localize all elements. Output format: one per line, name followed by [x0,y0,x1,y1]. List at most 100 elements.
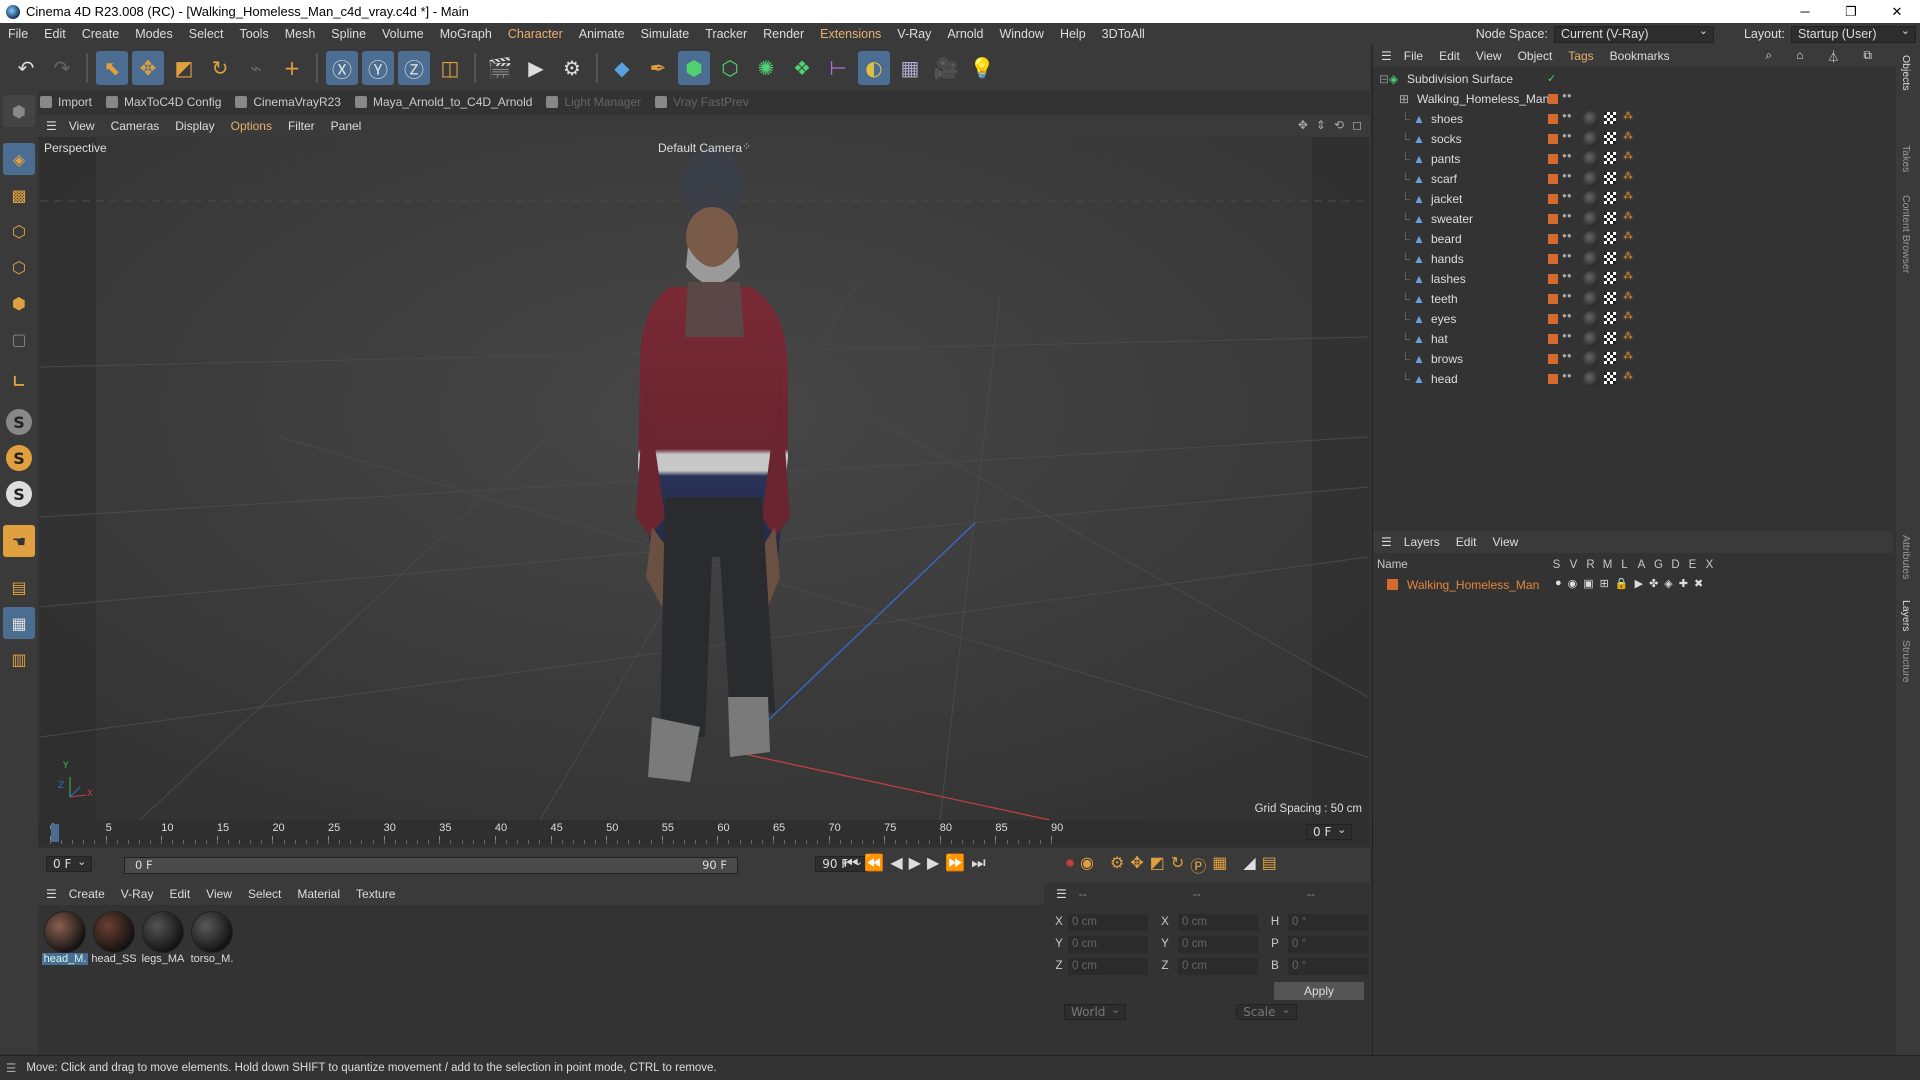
object-row[interactable]: └ ▲ socks ●● ⁂ [1373,129,1893,149]
material-tag-icon[interactable] [1583,151,1599,167]
scale-dropdown[interactable]: Scale [1236,1004,1297,1020]
plugin-maya-arnold-to-c4d-arnold[interactable]: Maya_Arnold_to_C4D_Arnold [354,95,532,109]
model-mode-icon[interactable]: ◈ [3,143,35,175]
playhead[interactable] [51,824,59,842]
phong-tag-icon[interactable]: ⁂ [1623,251,1637,265]
viewport-menu-icon[interactable]: ☰ [46,119,57,133]
menu-animate[interactable]: Animate [571,27,633,41]
material-tag-icon[interactable] [1583,211,1599,227]
visibility-dots[interactable]: ●● [1562,232,1572,246]
points-mode-icon[interactable]: ⬡ [3,215,35,247]
uv-mode-icon[interactable]: ▢ [3,323,35,355]
texture-tag-icon[interactable] [1604,272,1616,284]
polygons-mode-icon[interactable]: ⬢ [3,287,35,319]
layout-dropdown[interactable]: Startup (User) [1791,24,1916,43]
snap-settings-icon[interactable]: S [6,445,32,471]
menu-v-ray[interactable]: V-Ray [889,27,939,41]
material-swatch[interactable]: torso_M. [189,911,235,965]
object-menu-tags[interactable]: Tags [1568,49,1593,63]
viewport-menu-options[interactable]: Options [231,119,272,133]
material-menu-edit[interactable]: Edit [169,887,190,901]
layer-expression-icon[interactable]: ✚ [1679,577,1688,590]
previous-frame-icon[interactable]: ◀ [890,853,902,873]
coord-size-field[interactable]: 0 cm [1178,935,1258,953]
rotate-tool-icon[interactable]: ↻ [204,51,236,85]
material-tag-icon[interactable] [1583,231,1599,247]
floor-icon[interactable]: ▦ [894,51,926,85]
coord-position-field[interactable]: 0 cm [1068,957,1148,975]
pen-icon[interactable]: ✒ [642,51,674,85]
visibility-dots[interactable]: ●● [1562,312,1572,326]
plugin-vray-fastprev[interactable]: Vray FastPrev [655,95,749,109]
object-row[interactable]: └ ▲ brows ●● ⁂ [1373,349,1893,369]
previous-key-icon[interactable]: ⏪ [864,853,884,873]
visibility-dots[interactable]: ●● [1562,172,1572,186]
status-menu-icon[interactable]: ☰ [6,1061,16,1075]
start-frame-field[interactable]: 0 F [46,856,93,872]
cube-icon[interactable]: ◆ [606,51,638,85]
workplane-icon[interactable]: ▤ [3,571,35,603]
key-position-icon[interactable]: ✥ [1130,853,1143,877]
object-row[interactable]: └ ▲ teeth ●● ⁂ [1373,289,1893,309]
phong-tag-icon[interactable]: ⁂ [1623,191,1637,205]
visibility-dots[interactable]: ●● [1562,132,1572,146]
edges-mode-icon[interactable]: ⬡ [3,251,35,283]
material-tag-icon[interactable] [1583,171,1599,187]
material-tag-icon[interactable] [1583,331,1599,347]
world-dropdown[interactable]: World [1064,1004,1127,1020]
transform-tool-icon[interactable]: + [276,51,308,85]
viewport-menu-cameras[interactable]: Cameras [111,119,160,133]
layer-generator-icon[interactable]: ✤ [1649,577,1658,590]
keyframe-selection-icon[interactable]: ⚙ [1110,853,1124,877]
coord-size-field[interactable]: 0 cm [1178,957,1258,975]
minimize-button[interactable]: ─ [1782,0,1828,23]
3d-viewport[interactable]: Perspective Default Camera ⁘ Y Z X Grid … [40,137,1368,820]
locked-workplane-icon[interactable]: ▥ [3,643,35,675]
viewport-menu-view[interactable]: View [69,119,95,133]
key-pla-icon[interactable]: ▦ [1212,853,1227,877]
object-row[interactable]: └ ▲ shoes ●● ⁂ [1373,109,1893,129]
phong-tag-icon[interactable]: ⁂ [1623,371,1637,385]
visibility-dots[interactable]: ●● [1562,192,1572,206]
layer-solo-icon[interactable]: ● [1555,577,1562,590]
z-axis-lock-icon[interactable]: Ⓩ [398,51,430,85]
camera-icon[interactable]: 🎥 [930,51,962,85]
phong-tag-icon[interactable]: ⁂ [1623,131,1637,145]
texture-tag-icon[interactable] [1604,212,1616,224]
object-row[interactable]: └ ▲ beard ●● ⁂ [1373,229,1893,249]
object-menu-object[interactable]: Object [1518,49,1553,63]
layer-deformer-icon[interactable]: ◈ [1664,577,1672,590]
next-key-icon[interactable]: ⏩ [945,853,965,873]
object-row[interactable]: └ ▲ jacket ●● ⁂ [1373,189,1893,209]
plugin-cinemavrayr23[interactable]: CinemaVrayR23 [235,95,341,109]
auto-key-icon[interactable]: ◉ [1080,853,1094,877]
scale-tool-icon[interactable]: ◩ [168,51,200,85]
material-tag-icon[interactable] [1583,191,1599,207]
texture-tag-icon[interactable] [1604,292,1616,304]
texture-tag-icon[interactable] [1604,232,1616,244]
texture-tag-icon[interactable] [1604,192,1616,204]
snap-icon[interactable]: S [6,409,32,435]
viewport-menu-display[interactable]: Display [175,119,214,133]
filter-icon[interactable]: ⏃ [1827,48,1839,65]
coord-rotation-field[interactable]: 0 ° [1288,935,1368,953]
phong-tag-icon[interactable]: ⁂ [1623,171,1637,185]
layer-manager-icon[interactable]: ⊞ [1600,577,1609,590]
node-space-dropdown[interactable]: Current (V-Ray) [1553,24,1714,43]
visibility-dots[interactable]: ●● [1562,92,1572,106]
layer-row[interactable]: Walking_Homeless_Man ● ◉ ▣ ⊞ 🔒 ▶ ✤ ◈ ✚ ✖ [1383,575,1893,595]
object-row[interactable]: └ ▲ head ●● ⁂ [1373,369,1893,389]
visibility-dots[interactable]: ●● [1562,352,1572,366]
axis-mode-icon[interactable]: ∟ [3,365,35,397]
select-tool-icon[interactable]: ⬉ [96,51,128,85]
texture-tag-icon[interactable] [1604,112,1616,124]
material-tag-icon[interactable] [1583,111,1599,127]
texture-tag-icon[interactable] [1604,252,1616,264]
visibility-dots[interactable]: ●● [1562,332,1572,346]
material-swatch[interactable]: head_SS [91,911,137,965]
object-row-group[interactable]: ⊞ Walking_Homeless_Man ●● [1373,89,1893,109]
menu-volume[interactable]: Volume [374,27,432,41]
phong-tag-icon[interactable]: ⁂ [1623,151,1637,165]
phong-tag-icon[interactable]: ⁂ [1623,231,1637,245]
menu-render[interactable]: Render [755,27,812,41]
